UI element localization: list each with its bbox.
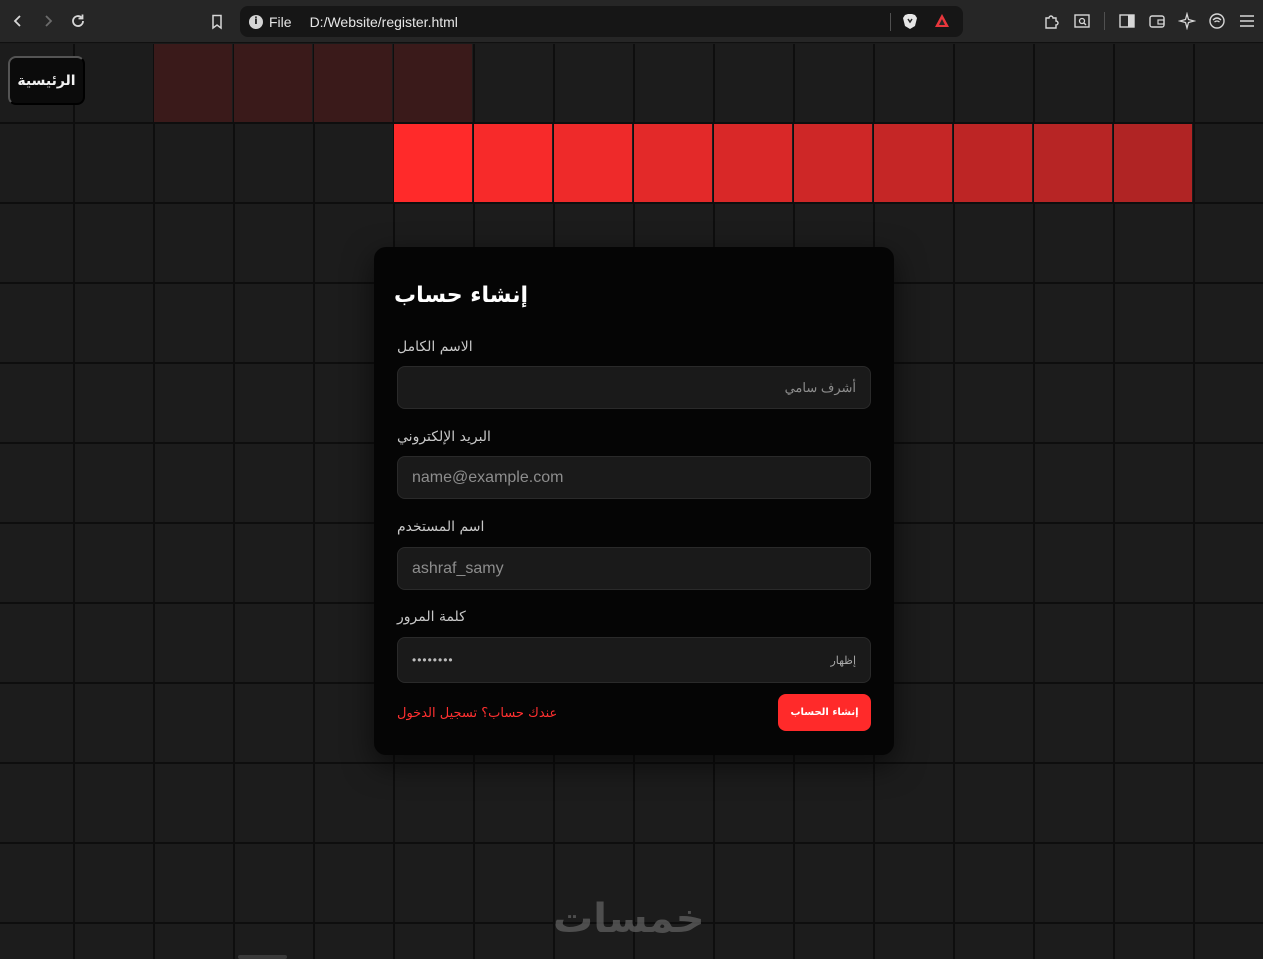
username-value: ashraf_samy <box>412 559 504 577</box>
email-label: البريد الإلكتروني <box>397 429 491 445</box>
username-input[interactable]: ashraf_samy <box>397 547 871 590</box>
url-scheme: File <box>269 13 292 30</box>
leo-ai-icon[interactable] <box>1175 9 1199 33</box>
highlight-cell <box>874 124 952 202</box>
menu-icon[interactable] <box>1235 9 1259 33</box>
password-label: كلمة المرور <box>397 609 466 625</box>
username-label: اسم المستخدم <box>397 519 485 535</box>
scroll-indicator <box>238 955 287 959</box>
url-text[interactable]: D:/Website/register.html <box>310 14 458 30</box>
divider <box>890 13 891 31</box>
sidebar-icon[interactable] <box>1115 9 1139 33</box>
highlight-cell <box>634 124 712 202</box>
address-bar[interactable]: i File D:/Website/register.html <box>240 6 963 37</box>
back-icon[interactable] <box>6 9 30 33</box>
wallet-icon[interactable] <box>1145 9 1169 33</box>
highlight-cell <box>394 44 472 122</box>
brave-shields-icon[interactable] <box>902 13 918 34</box>
highlight-cell <box>154 44 232 122</box>
password-value: •••••••• <box>412 653 454 667</box>
rewards-icon[interactable] <box>934 13 950 32</box>
highlight-cell <box>714 124 792 202</box>
forward-icon[interactable] <box>36 9 60 33</box>
highlight-cell <box>954 124 1032 202</box>
highlight-cell <box>394 124 472 202</box>
search-page-icon[interactable] <box>1070 9 1094 33</box>
toolbar-actions <box>1040 9 1263 33</box>
info-icon[interactable]: i <box>249 14 263 29</box>
browser-toolbar: i File D:/Website/register.html <box>0 0 1263 43</box>
highlight-cell <box>794 124 872 202</box>
register-card: إنشاء حساب الاسم الكامل أشرف سامي البريد… <box>374 247 894 755</box>
page-viewport: الرئيسية إنشاء حساب الاسم الكامل أشرف سا… <box>0 44 1263 959</box>
highlight-cell <box>1114 124 1192 202</box>
divider <box>1104 12 1105 30</box>
home-button[interactable]: الرئيسية <box>8 56 85 105</box>
highlight-cell <box>474 124 552 202</box>
email-input[interactable]: name@example.com <box>397 456 871 499</box>
watermark-logo: خمسات <box>553 896 706 942</box>
extensions-icon[interactable] <box>1040 9 1064 33</box>
vpn-icon[interactable] <box>1205 9 1229 33</box>
full-name-value: أشرف سامي <box>784 379 856 395</box>
password-input[interactable]: •••••••• إظهار <box>397 637 871 683</box>
bookmark-icon[interactable] <box>205 10 229 34</box>
login-link[interactable]: عندك حساب؟ تسجيل الدخول <box>397 706 557 721</box>
create-account-button[interactable]: إنشاء الحساب <box>778 694 871 731</box>
show-password-toggle[interactable]: إظهار <box>830 654 856 667</box>
highlight-cell <box>314 44 392 122</box>
nav-buttons <box>0 9 90 33</box>
email-value: name@example.com <box>412 468 564 486</box>
full-name-input[interactable]: أشرف سامي <box>397 366 871 409</box>
highlight-cell <box>234 44 312 122</box>
highlight-cell <box>1034 124 1112 202</box>
form-title: إنشاء حساب <box>394 283 528 308</box>
reload-icon[interactable] <box>66 9 90 33</box>
full-name-label: الاسم الكامل <box>397 339 473 355</box>
highlight-cell <box>554 124 632 202</box>
